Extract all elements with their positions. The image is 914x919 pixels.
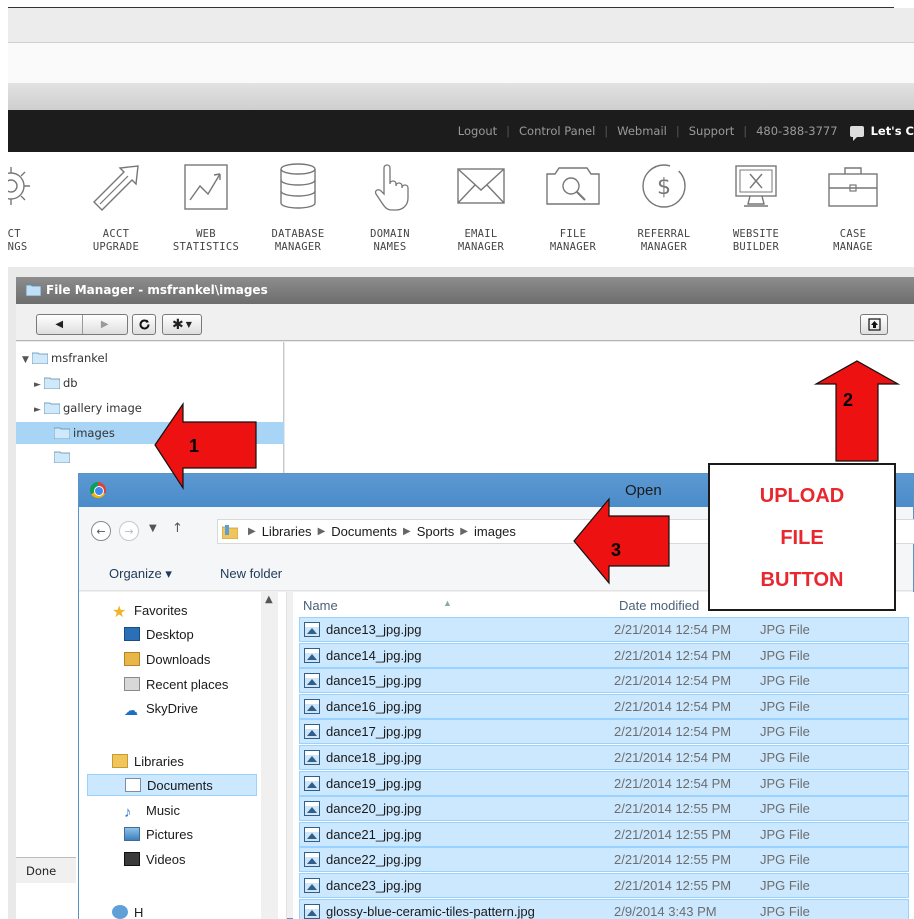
upload-file-callout: UPLOAD FILE BUTTON <box>708 463 896 611</box>
annotation-layer <box>154 360 901 585</box>
annotation-number-2: 2 <box>843 390 854 410</box>
callout-line-2: FILE <box>780 527 824 549</box>
callout-line-1: UPLOAD <box>759 485 845 507</box>
arrow-2-icon <box>813 360 901 462</box>
arrow-1-icon <box>154 402 257 491</box>
annotation-number-3: 3 <box>611 540 622 560</box>
arrow-3-icon <box>573 497 670 585</box>
callout-line-3: BUTTON <box>760 569 844 591</box>
annotation-number-1: 1 <box>189 436 200 456</box>
